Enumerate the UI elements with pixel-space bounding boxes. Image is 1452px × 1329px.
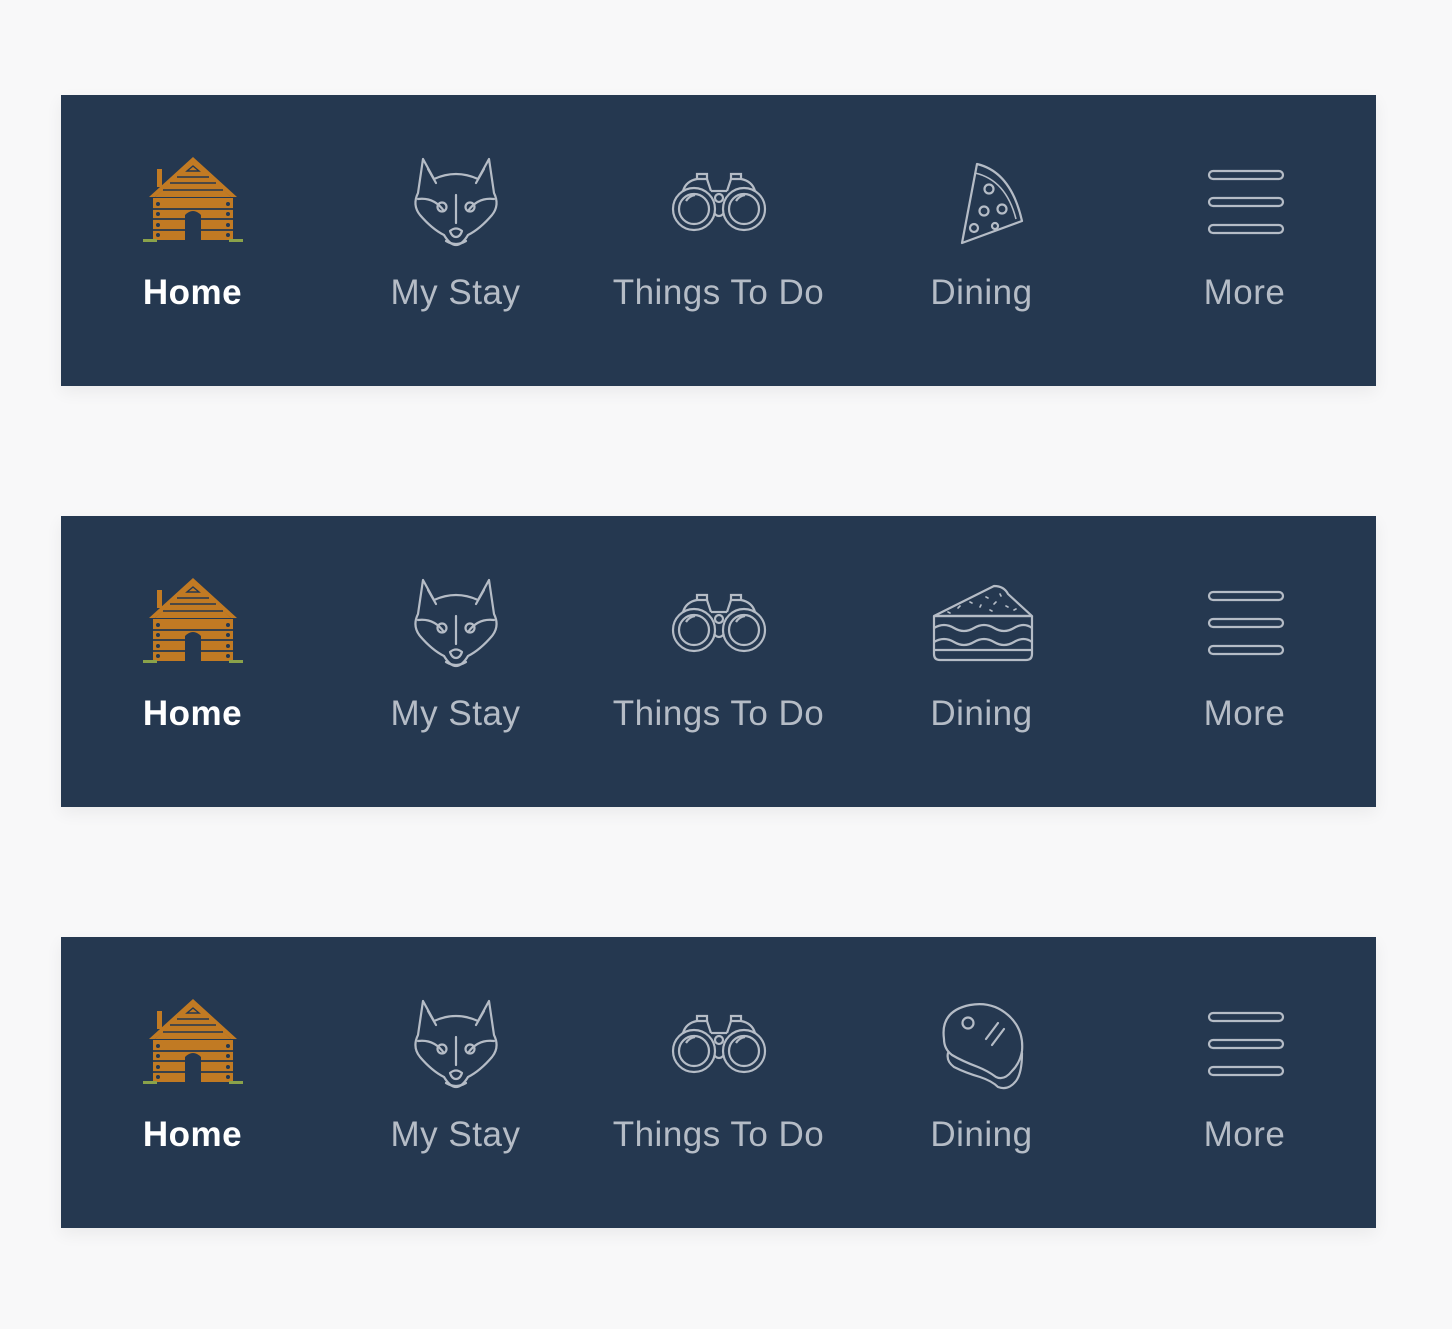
tab-dining[interactable]: Dining xyxy=(850,937,1113,1228)
tab-my-stay-label: My Stay xyxy=(390,694,521,733)
tab-bar-steak-variant: Home My Stay Things To Do Dining More xyxy=(61,937,1376,1228)
tab-dining-label: Dining xyxy=(930,1115,1033,1154)
steak-icon xyxy=(922,997,1042,1097)
tab-home-label: Home xyxy=(142,694,243,733)
sandwich-icon xyxy=(922,576,1042,676)
tab-things-to-do[interactable]: Things To Do xyxy=(587,516,850,807)
tab-my-stay-label: My Stay xyxy=(390,1115,521,1154)
tab-home[interactable]: Home xyxy=(61,95,324,386)
tab-things-to-do-label: Things To Do xyxy=(612,694,825,733)
tab-more[interactable]: More xyxy=(1113,516,1376,807)
fox-icon xyxy=(396,576,516,676)
cabin-icon xyxy=(133,155,253,255)
tab-dining-label: Dining xyxy=(930,694,1033,733)
menu-icon xyxy=(1185,155,1305,255)
pizza-slice-icon xyxy=(922,155,1042,255)
tab-things-to-do[interactable]: Things To Do xyxy=(587,95,850,386)
tab-more[interactable]: More xyxy=(1113,937,1376,1228)
tab-things-to-do-label: Things To Do xyxy=(612,273,825,312)
tab-home[interactable]: Home xyxy=(61,516,324,807)
binoculars-icon xyxy=(659,155,779,255)
binoculars-icon xyxy=(659,576,779,676)
tab-home[interactable]: Home xyxy=(61,937,324,1228)
tab-home-label: Home xyxy=(142,1115,243,1154)
tab-my-stay[interactable]: My Stay xyxy=(324,516,587,807)
tab-home-label: Home xyxy=(142,273,243,312)
cabin-icon xyxy=(133,576,253,676)
menu-icon xyxy=(1185,576,1305,676)
fox-icon xyxy=(396,155,516,255)
tab-my-stay-label: My Stay xyxy=(390,273,521,312)
tab-my-stay[interactable]: My Stay xyxy=(324,95,587,386)
menu-icon xyxy=(1185,997,1305,1097)
tab-dining-label: Dining xyxy=(930,273,1033,312)
tab-more-label: More xyxy=(1203,1115,1286,1154)
fox-icon xyxy=(396,997,516,1097)
tab-more[interactable]: More xyxy=(1113,95,1376,386)
tab-my-stay[interactable]: My Stay xyxy=(324,937,587,1228)
tab-bar-sandwich-variant: Home My Stay Things To Do Dining More xyxy=(61,516,1376,807)
tab-bar-pizza-variant: Home My Stay Things To Do Dining More xyxy=(61,95,1376,386)
tab-more-label: More xyxy=(1203,273,1286,312)
tab-things-to-do[interactable]: Things To Do xyxy=(587,937,850,1228)
binoculars-icon xyxy=(659,997,779,1097)
tab-dining[interactable]: Dining xyxy=(850,95,1113,386)
tab-things-to-do-label: Things To Do xyxy=(612,1115,825,1154)
tab-more-label: More xyxy=(1203,694,1286,733)
tab-dining[interactable]: Dining xyxy=(850,516,1113,807)
cabin-icon xyxy=(133,997,253,1097)
